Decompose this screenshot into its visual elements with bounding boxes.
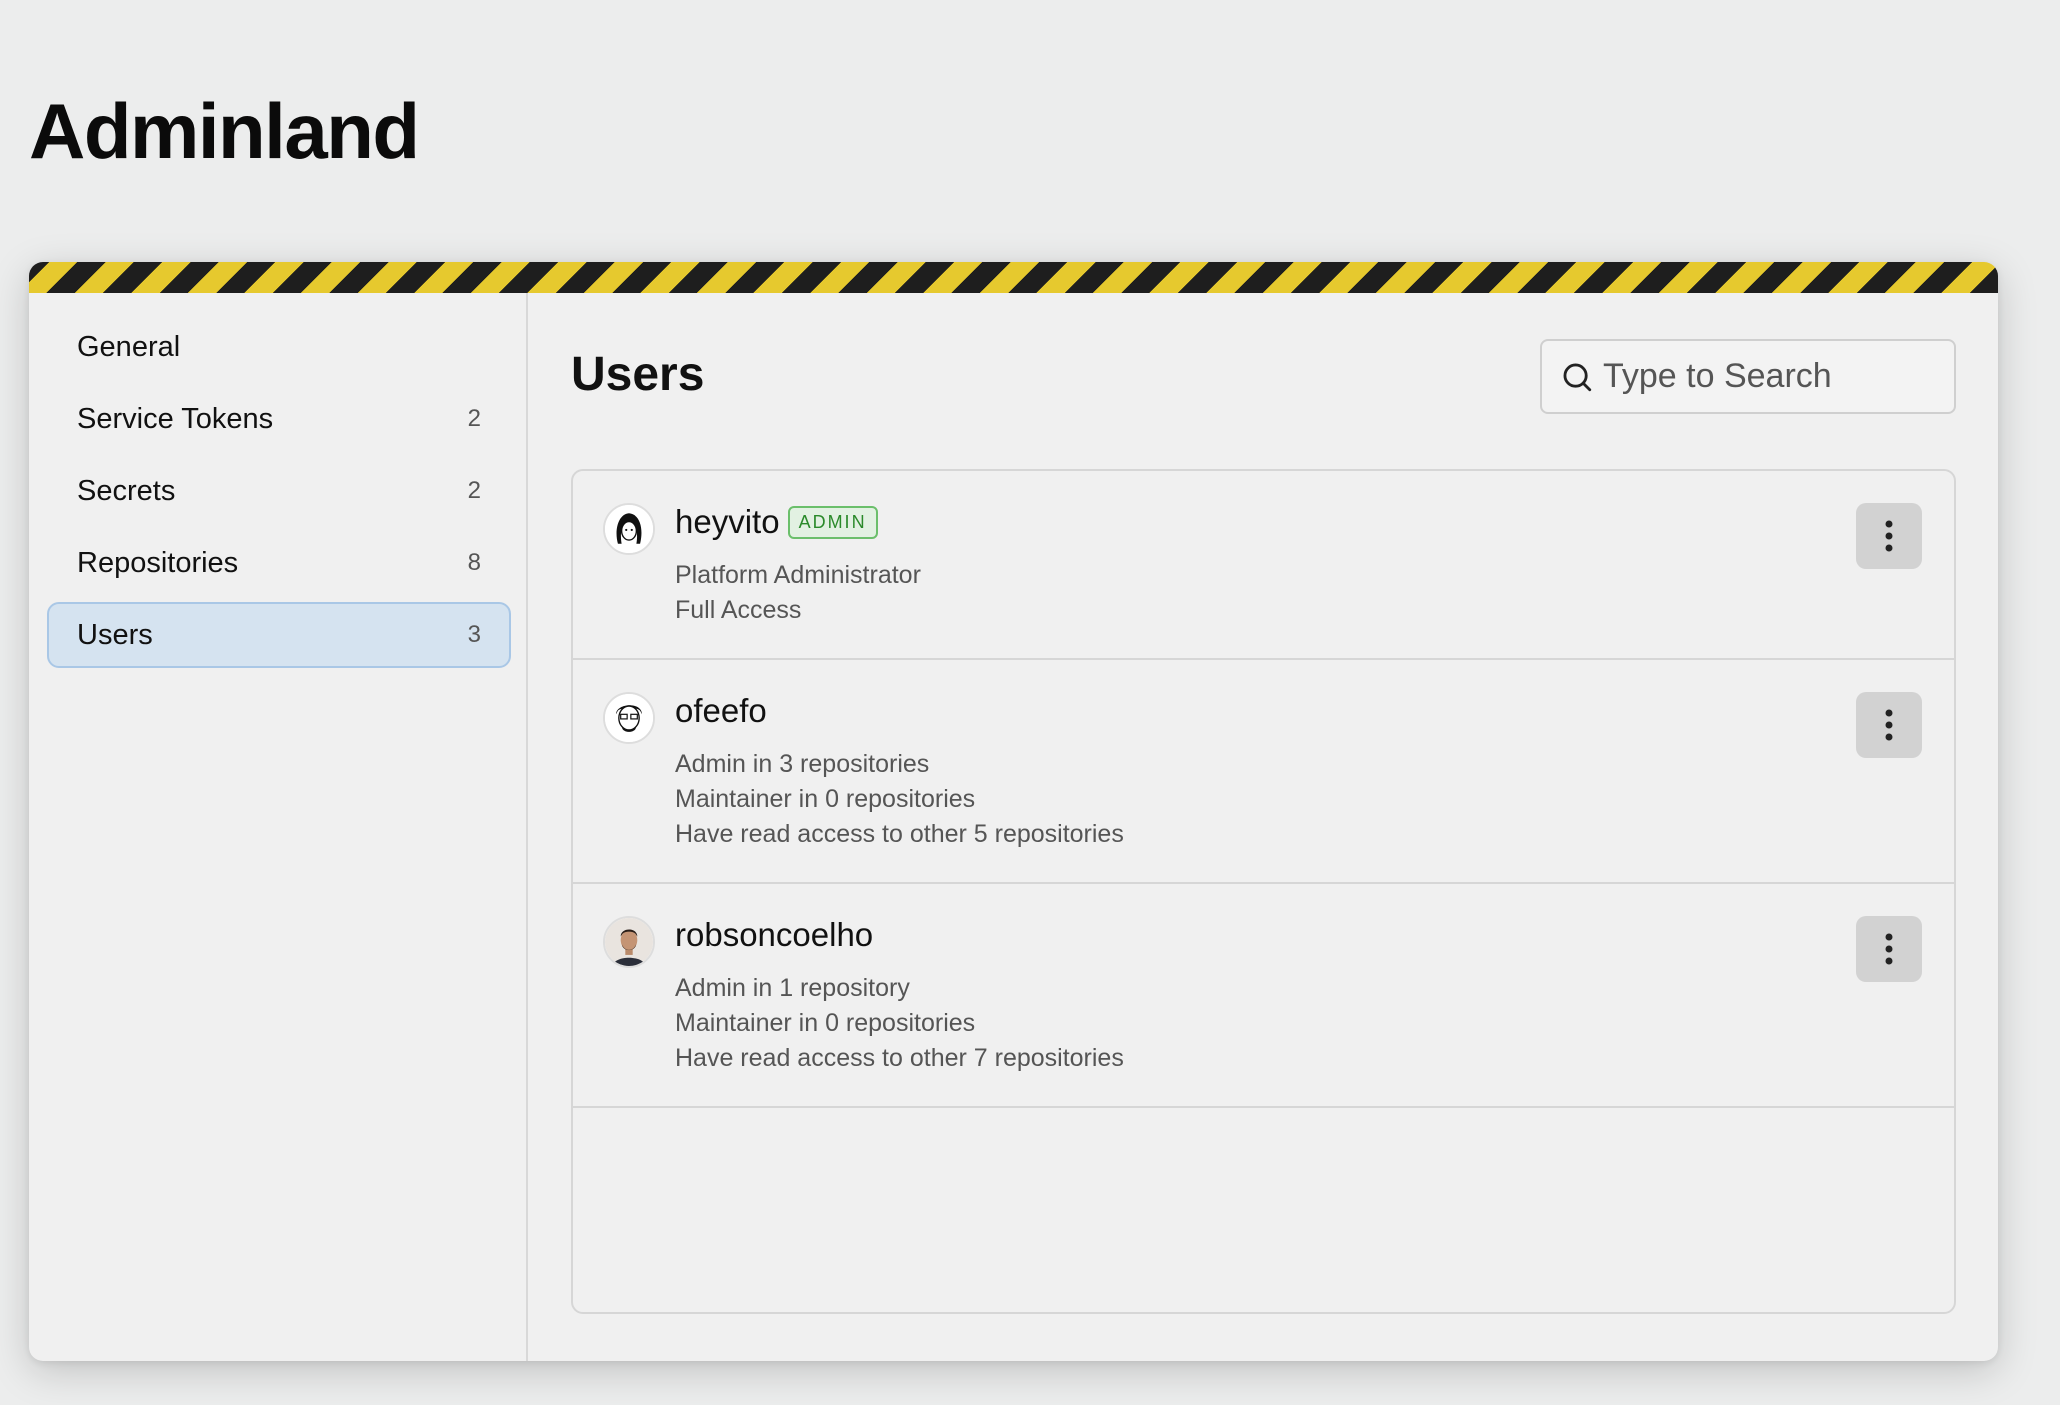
user-detail-line: Maintainer in 0 repositories [675, 785, 976, 813]
sidebar-item-service-tokens[interactable]: Service Tokens 2 [47, 386, 511, 452]
user-details: Platform Administrator Full Access [675, 558, 921, 628]
search-icon [1563, 363, 1592, 391]
user-list: heyvito ADMIN Platform Administrator Ful… [571, 469, 1956, 1314]
user-detail-line: Admin in 3 repositories [675, 750, 930, 778]
admin-badge: ADMIN [787, 505, 878, 539]
user-menu-button[interactable] [1856, 692, 1922, 758]
search-box[interactable] [1540, 339, 1956, 414]
user-name: ofeefo [675, 692, 767, 730]
user-detail-line: Maintainer in 0 repositories [675, 1009, 976, 1037]
section-title: Users [571, 348, 705, 401]
sidebar-item-count: 2 [467, 477, 481, 504]
sidebar-item-label: Repositories [77, 546, 239, 579]
avatar [603, 503, 655, 555]
sidebar-item-secrets[interactable]: Secrets 2 [47, 458, 511, 524]
sidebar-item-label: General [77, 330, 181, 363]
user-detail-line: Have read access to other 5 repositories [675, 820, 1124, 848]
user-name-text: heyvito [675, 503, 780, 540]
hazard-stripe [29, 262, 1998, 293]
sidebar-item-general[interactable]: General [47, 314, 511, 380]
avatar [603, 916, 655, 968]
user-menu-button[interactable] [1856, 503, 1922, 569]
user-name-text: ofeefo [675, 692, 767, 729]
user-row: ofeefo Admin in 3 repositories Maintaine… [573, 660, 1954, 884]
main-content: Users Type to Search heyvito ADMIN Platf… [530, 293, 1998, 1361]
user-row: heyvito ADMIN Platform Administrator Ful… [573, 471, 1954, 660]
user-detail-line: Have read access to other 7 repositories [675, 1044, 1124, 1072]
sidebar-item-count: 8 [467, 549, 481, 576]
sidebar-item-label: Secrets [77, 474, 176, 507]
user-name-text: robsoncoelho [675, 916, 874, 953]
avatar [603, 692, 655, 744]
sidebar-item-count: 3 [467, 621, 481, 648]
user-detail-line: Admin in 1 repository [675, 974, 910, 1002]
user-name: robsoncoelho [675, 916, 873, 954]
user-detail-line: Platform Administrator [675, 561, 921, 589]
user-menu-button[interactable] [1856, 916, 1922, 982]
sidebar: General Service Tokens 2 Secrets 2 Repos… [29, 293, 528, 1361]
user-details: Admin in 1 repository Maintainer in 0 re… [675, 971, 1124, 1076]
admin-panel: General Service Tokens 2 Secrets 2 Repos… [29, 262, 1998, 1361]
more-vertical-icon [1885, 933, 1893, 965]
sidebar-item-repositories[interactable]: Repositories 8 [47, 530, 511, 596]
user-details: Admin in 3 repositories Maintainer in 0 … [675, 747, 1124, 852]
user-row: robsoncoelho Admin in 1 repository Maint… [573, 884, 1954, 1108]
page-title: Adminland [29, 87, 420, 175]
more-vertical-icon [1885, 709, 1893, 741]
more-vertical-icon [1885, 520, 1893, 552]
sidebar-item-label: Service Tokens [77, 402, 274, 435]
user-detail-line: Full Access [675, 596, 802, 624]
sidebar-item-label: Users [77, 618, 153, 651]
sidebar-item-count: 2 [467, 405, 481, 432]
user-name: heyvito ADMIN [675, 503, 878, 541]
sidebar-item-users[interactable]: Users 3 [47, 602, 511, 668]
search-input[interactable] [1603, 357, 1943, 396]
